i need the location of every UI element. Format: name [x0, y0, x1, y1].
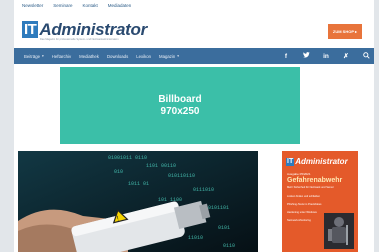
- nav-label: Heftarchiv: [51, 53, 72, 59]
- billboard-line-1: Billboard: [158, 93, 202, 105]
- magazine-header: IT Administrator: [282, 155, 358, 168]
- svg-text:101 1100: 101 1100: [158, 197, 182, 203]
- top-navigation: Newsletter Seminare Kontakt Mediadaten: [22, 3, 131, 8]
- magazine-topic: Lücken finden und schließen: [287, 195, 321, 198]
- magazine-logo-word: Administrator: [295, 157, 348, 166]
- knight-figure-graphic: [324, 213, 354, 249]
- linkedin-icon[interactable]: in: [318, 53, 334, 60]
- search-glyph: [362, 51, 370, 59]
- magazine-subtitle: Ausgabe 05/2021: [287, 172, 311, 176]
- svg-text:0111010: 0111010: [193, 187, 214, 193]
- nav-item-magazin[interactable]: Magazin ▾: [159, 54, 179, 59]
- magazine-cover[interactable]: IT Administrator Ausgabe 05/2021 Gefahre…: [282, 151, 358, 252]
- nav-label: Beiträge: [24, 53, 41, 59]
- nav-label: Downloads: [106, 53, 129, 59]
- social-links: f in ✗: [278, 48, 374, 64]
- nav-item-heftarchiv[interactable]: Heftarchiv: [52, 54, 71, 59]
- page: Newsletter Seminare Kontakt Mediadaten I…: [14, 0, 374, 252]
- logo-it: IT: [22, 21, 39, 38]
- magazine-topic: Netzwerk-Monitoring: [287, 219, 311, 222]
- logo-wordmark: Administrator: [39, 20, 147, 39]
- topnav-newsletter[interactable]: Newsletter: [22, 3, 43, 8]
- svg-text:010110110: 010110110: [168, 173, 195, 179]
- svg-text:1011 01: 1011 01: [128, 181, 149, 187]
- nav-label: Magazin: [159, 53, 176, 59]
- chevron-down-icon: ▾: [42, 54, 44, 58]
- shop-button[interactable]: ZUM SHOP ▸: [328, 24, 362, 39]
- svg-text:11010: 11010: [188, 235, 203, 241]
- nav-label: Mediathek: [79, 53, 99, 59]
- magazine-topic: Hardening unter Windows: [287, 211, 317, 214]
- nav-item-lexikon[interactable]: Lexikon: [136, 54, 151, 59]
- nav-item-mediathek[interactable]: Mediathek: [79, 54, 99, 59]
- topnav-mediadaten[interactable]: Mediadaten: [108, 3, 132, 8]
- svg-text:0101: 0101: [218, 225, 230, 231]
- usb-stick-illustration: 01001011 0110 1101 00110 010110110 1011 …: [18, 151, 258, 252]
- topnav-kontakt[interactable]: Kontakt: [83, 3, 98, 8]
- nav-item-beitraege[interactable]: Beiträge ▾: [24, 54, 44, 59]
- nav-item-downloads[interactable]: Downloads: [107, 54, 128, 59]
- billboard-line-2: 970x250: [160, 105, 200, 117]
- magazine-description: Mehr Sicherheit für Netzwerk und Server: [287, 186, 334, 189]
- logo-tagline: Das Magazin für professionelle System- u…: [40, 38, 119, 41]
- svg-text:0110: 0110: [223, 243, 235, 249]
- nav-label: Lexikon: [136, 53, 152, 59]
- magazine-title: Gefahrenabwehr: [287, 177, 343, 184]
- hero-image[interactable]: 01001011 0110 1101 00110 010110110 1011 …: [18, 151, 258, 252]
- twitter-bird-glyph: [302, 52, 310, 58]
- xing-icon[interactable]: ✗: [334, 52, 358, 60]
- billboard-ad[interactable]: Billboard 970x250: [60, 67, 300, 144]
- magazine-topics: Lücken finden und schließen Phishing-Tes…: [287, 195, 327, 227]
- search-icon[interactable]: [358, 51, 374, 61]
- svg-text:01001011 0110: 01001011 0110: [108, 155, 147, 161]
- facebook-icon[interactable]: f: [278, 53, 294, 60]
- svg-text:010: 010: [114, 169, 123, 175]
- chevron-down-icon: ▾: [177, 54, 180, 58]
- svg-text:1101 00110: 1101 00110: [146, 163, 176, 169]
- magazine-logo-it: IT: [286, 157, 295, 166]
- magazine-cover-photo: [324, 213, 354, 249]
- site-logo[interactable]: IT Administrator: [22, 21, 147, 38]
- main-navigation: Beiträge ▾ Heftarchiv Mediathek Download…: [14, 48, 374, 64]
- topnav-seminare[interactable]: Seminare: [53, 3, 72, 8]
- svg-text:0101101: 0101101: [208, 205, 229, 211]
- twitter-icon[interactable]: [294, 52, 318, 60]
- magazine-topic: Phishing-Tests im Praxisfokus: [287, 203, 322, 206]
